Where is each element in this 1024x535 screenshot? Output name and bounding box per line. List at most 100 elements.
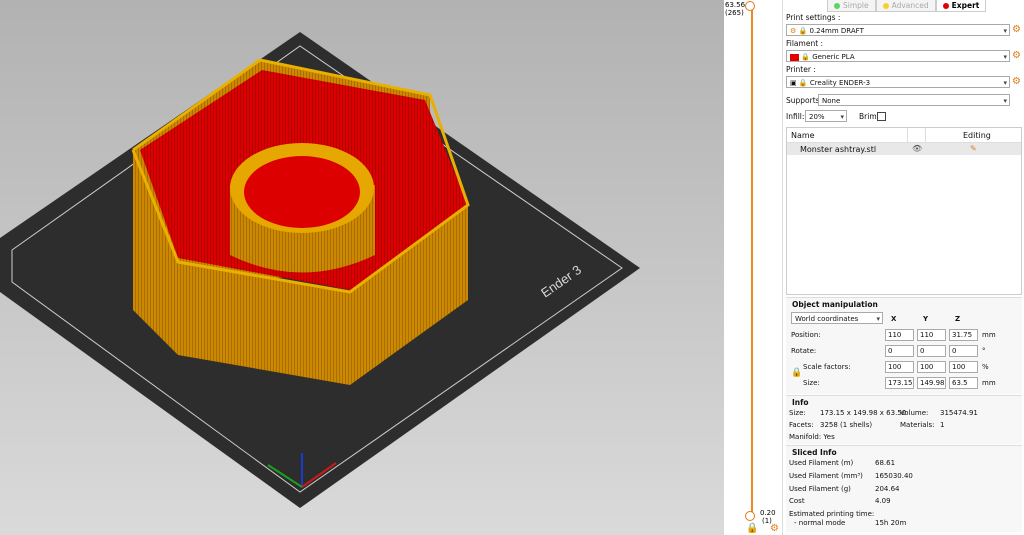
info-size-value: 173.15 x 149.98 x 63.50: [820, 409, 907, 417]
size-label: Size:: [803, 379, 820, 387]
axis-y-header: Y: [923, 315, 929, 323]
info-materials-label: Materials:: [900, 421, 935, 429]
sliced-info-section: Sliced Info Used Filament (m) 68.61 Used…: [786, 445, 1022, 532]
scale-z-input[interactable]: 100: [949, 361, 978, 373]
infill-label: Infill:: [786, 112, 805, 121]
slider-bottom-value: 0.20: [760, 509, 776, 517]
coordinate-system-combo[interactable]: World coordinates ▾: [791, 312, 883, 324]
normal-mode-label: - normal mode: [794, 519, 846, 527]
object-manipulation-title: Object manipulation: [792, 300, 878, 309]
printer-gear-icon[interactable]: ⚙: [1012, 76, 1021, 88]
object-list-header: Name Editing: [787, 128, 1021, 143]
position-unit: mm: [982, 331, 996, 339]
column-name-header[interactable]: Name: [791, 131, 815, 140]
info-title: Info: [792, 398, 809, 407]
filament-combo[interactable]: 🔒 Generic PLA ▾: [786, 50, 1010, 62]
list-item[interactable]: Monster ashtray.stl 👁 ✎: [787, 143, 1021, 155]
chevron-down-icon: ▾: [1003, 27, 1007, 35]
lock-icon: 🔒: [801, 53, 810, 61]
tab-simple[interactable]: Simple: [827, 0, 876, 12]
layer-slider[interactable]: 63.56 (265) 0.20 (1) 🔒 ⚙: [724, 0, 782, 535]
info-volume-label: Volume:: [900, 409, 929, 417]
gear-icon: ⚙: [790, 27, 797, 35]
used-filament-mm3-value: 165030.40: [875, 472, 913, 480]
scale-label: Scale factors:: [803, 363, 851, 371]
used-filament-m-label: Used Filament (m): [789, 459, 854, 467]
chevron-down-icon: ▾: [1003, 53, 1007, 61]
status-dot-icon: [882, 2, 889, 9]
filament-color-swatch: [790, 53, 799, 61]
info-facets-value: 3258 (1 shells): [820, 421, 873, 429]
position-x-input[interactable]: 110: [885, 329, 914, 341]
scale-x-input[interactable]: 100: [885, 361, 914, 373]
print-settings-label: Print settings :: [786, 13, 841, 22]
settings-panel: Simple Advanced Expert Print settings : …: [782, 0, 1024, 535]
normal-mode-value: 15h 20m: [875, 519, 907, 527]
rotate-x-input[interactable]: 0: [885, 345, 914, 357]
scale-y-input[interactable]: 100: [917, 361, 946, 373]
lock-icon[interactable]: 🔒: [746, 523, 758, 534]
sliced-info-title: Sliced Info: [792, 448, 837, 457]
used-filament-mm3-label: Used Filament (mm³): [789, 472, 863, 480]
supports-combo[interactable]: None ▾: [818, 94, 1010, 106]
size-y-input[interactable]: 149.98: [917, 377, 946, 389]
printer-combo[interactable]: ▣ 🔒 Creality ENDER-3 ▾: [786, 76, 1010, 88]
rotate-unit: °: [982, 347, 986, 355]
size-z-input[interactable]: 63.5: [949, 377, 978, 389]
info-materials-value: 1: [940, 421, 945, 429]
slider-top-layer: (265): [725, 9, 744, 17]
print-settings-combo[interactable]: ⚙ 🔒 0.24mm DRAFT ▾: [786, 24, 1010, 36]
status-dot-icon: [834, 2, 840, 9]
used-filament-g-label: Used Filament (g): [789, 485, 851, 493]
chevron-down-icon: ▾: [1003, 97, 1007, 105]
printer-label: Printer :: [786, 65, 816, 74]
filament-label: Filament :: [786, 39, 824, 48]
info-manifold: Manifold: Yes: [789, 433, 835, 441]
size-unit: mm: [982, 379, 996, 387]
tab-advanced[interactable]: Advanced: [875, 0, 936, 12]
lock-icon: 🔒: [798, 79, 808, 87]
info-section: Info Size: 173.15 x 149.98 x 63.50 Volum…: [786, 395, 1022, 444]
chevron-down-icon: ▾: [840, 113, 844, 121]
infill-combo[interactable]: 20% ▾: [805, 110, 847, 122]
3d-viewport[interactable]: Ender 3: [0, 0, 724, 535]
info-facets-label: Facets:: [789, 421, 814, 429]
tab-expert[interactable]: Expert: [935, 0, 987, 12]
filament-gear-icon[interactable]: ⚙: [1012, 50, 1021, 62]
slider-top-handle[interactable]: [745, 1, 755, 11]
chevron-down-icon: ▾: [1003, 79, 1007, 87]
slider-bottom-handle[interactable]: [745, 511, 755, 521]
lock-icon[interactable]: 🔒: [791, 368, 802, 378]
brim-checkbox[interactable]: [877, 112, 886, 121]
rotate-label: Rotate:: [791, 347, 817, 355]
gear-icon[interactable]: ⚙: [770, 523, 779, 534]
used-filament-g-value: 204.64: [875, 485, 900, 493]
eye-icon[interactable]: 👁: [912, 144, 922, 153]
rotate-z-input[interactable]: 0: [949, 345, 978, 357]
chevron-down-icon: ▾: [876, 315, 880, 323]
scale-unit: %: [982, 363, 989, 371]
object-list[interactable]: Name Editing Monster ashtray.stl 👁 ✎: [786, 127, 1022, 295]
slider-track[interactable]: [751, 5, 753, 516]
position-z-input[interactable]: 31.75: [949, 329, 978, 341]
estimated-time-label: Estimated printing time:: [789, 510, 875, 518]
edit-icon[interactable]: ✎: [970, 144, 977, 153]
position-y-input[interactable]: 110: [917, 329, 946, 341]
lock-icon: 🔒: [798, 27, 808, 35]
rotate-y-input[interactable]: 0: [917, 345, 946, 357]
axis-z-header: Z: [955, 315, 961, 323]
cost-value: 4.09: [875, 497, 891, 505]
info-size-label: Size:: [789, 409, 806, 417]
cost-label: Cost: [789, 497, 805, 505]
size-x-input[interactable]: 173.15: [885, 377, 914, 389]
print-settings-gear-icon[interactable]: ⚙: [1012, 24, 1021, 36]
axis-x-header: X: [891, 315, 897, 323]
slider-top-value: 63.56: [725, 1, 746, 9]
status-dot-icon: [942, 2, 949, 9]
used-filament-m-value: 68.61: [875, 459, 896, 467]
info-volume-value: 315474.91: [940, 409, 978, 417]
column-editing-header[interactable]: Editing: [963, 131, 991, 140]
scene-canvas: Ender 3: [0, 32, 640, 508]
model-cylinder-hole: [244, 156, 360, 228]
supports-label: Supports:: [786, 96, 823, 105]
